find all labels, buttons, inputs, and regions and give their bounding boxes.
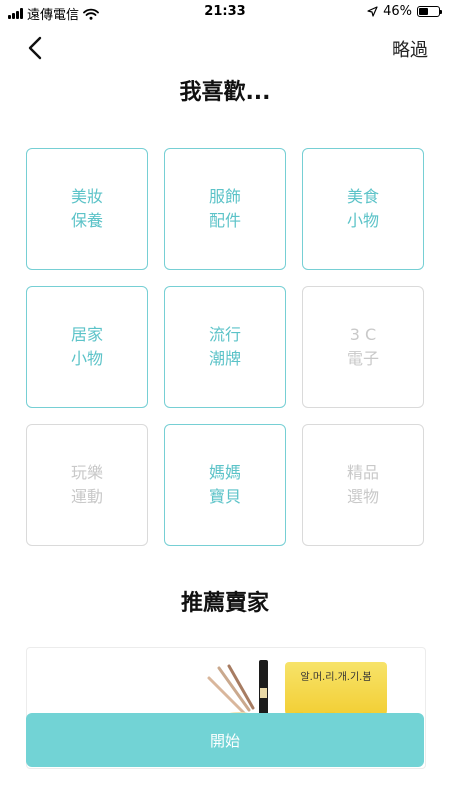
interest-tile-apparel[interactable]: 服飾 配件 <box>164 148 286 270</box>
battery-level <box>419 8 428 15</box>
tile-label-line2: 小物 <box>70 349 103 368</box>
location-arrow-icon <box>367 6 378 17</box>
tile-label-line2: 運動 <box>70 487 103 506</box>
tile-label-line2: 配件 <box>208 211 241 230</box>
status-bar: 遠傳電信 21:33 46% <box>0 0 450 24</box>
interest-grid: 美妝 保養 服飾 配件 美食 小物 居家 小物 流行 潮牌 3 C 電子 玩樂 … <box>26 148 424 546</box>
tile-label-line2: 選物 <box>346 487 379 506</box>
interest-tile-home[interactable]: 居家 小物 <box>26 286 148 408</box>
tile-label-line1: 玩樂 <box>70 463 103 482</box>
tile-label-line1: 流行 <box>208 325 241 344</box>
battery-icon <box>417 6 442 17</box>
back-button[interactable] <box>22 34 50 62</box>
seller-banner-sticker: 알.머.리.개.기.봄 <box>285 662 387 734</box>
tile-label-line2: 電子 <box>346 349 379 368</box>
skip-button[interactable]: 略過 <box>392 36 428 62</box>
tile-label-line2: 小物 <box>346 211 379 230</box>
tile-label-line1: 媽媽 <box>208 463 241 482</box>
interest-tile-luxury[interactable]: 精品 選物 <box>302 424 424 546</box>
tile-label-line2: 寶貝 <box>208 487 241 506</box>
sticker-text: 알.머.리.개.기.봄 <box>300 672 372 683</box>
tile-label-line2: 保養 <box>70 211 103 230</box>
tile-label-line2: 潮牌 <box>208 349 241 368</box>
interest-tile-trendy[interactable]: 流行 潮牌 <box>164 286 286 408</box>
tile-label-line1: 3 C <box>349 325 377 344</box>
chevron-left-icon <box>28 36 42 60</box>
tile-label-line1: 美妝 <box>70 187 103 206</box>
interest-tile-food[interactable]: 美食 小物 <box>302 148 424 270</box>
status-right: 46% <box>367 4 442 19</box>
interest-tile-electronics[interactable]: 3 C 電子 <box>302 286 424 408</box>
interest-tile-sports[interactable]: 玩樂 運動 <box>26 424 148 546</box>
cosmetics-image <box>207 660 268 718</box>
tile-label-line1: 精品 <box>346 463 379 482</box>
battery-percent: 46% <box>383 4 412 19</box>
section-title-recommended-sellers: 推薦賣家 <box>180 591 269 616</box>
interest-tile-beauty[interactable]: 美妝 保養 <box>26 148 148 270</box>
start-button[interactable]: 開始 <box>26 713 424 767</box>
tile-label-line1: 服飾 <box>208 187 241 206</box>
page-title: 我喜歡... <box>179 80 271 105</box>
tile-label-line1: 居家 <box>70 325 103 344</box>
tile-label-line1: 美食 <box>346 187 379 206</box>
interest-tile-baby[interactable]: 媽媽 寶貝 <box>164 424 286 546</box>
